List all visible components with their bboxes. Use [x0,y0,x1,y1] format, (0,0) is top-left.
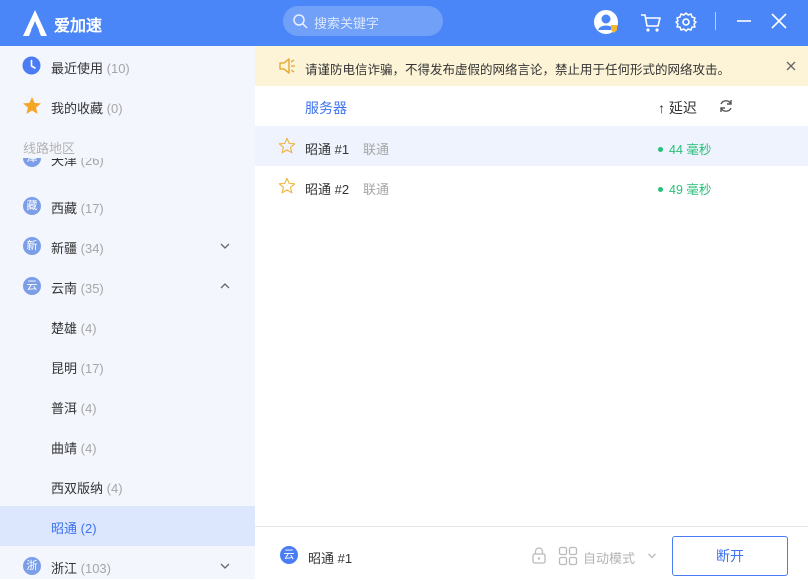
sidebar-item-label: 昭通 (2) [51,521,97,536]
section-title: 线路地区 [23,141,76,156]
search-icon [293,14,308,29]
server-name: 昭通 #1 [305,142,350,157]
settings-gear-icon[interactable] [673,9,699,35]
sidebar-item-label: 浙江 (103) [51,561,111,576]
chevron-down-icon[interactable] [647,551,657,561]
close-icon[interactable] [766,9,792,35]
sidebar-item-recent[interactable]: 最近使用 (10) [0,46,255,86]
sort-latency-button[interactable]: ↑ 延迟 [658,98,697,118]
sidebar-item-label: 昆明 (17) [51,361,104,376]
sidebar-item-tianjin[interactable]: 津 天津 (26) [0,158,255,178]
cart-icon[interactable] [638,9,664,35]
sidebar-item-label: 我的收藏 (0) [51,101,123,116]
server-isp: 联通 [363,142,390,157]
sidebar-item-label: 楚雄 (4) [51,321,97,336]
app-logo-icon [23,10,47,36]
sidebar-subitem-puer[interactable]: 普洱 (4) [0,386,255,426]
sidebar-subitem-qujing[interactable]: 曲靖 (4) [0,426,255,466]
chevron-up-icon[interactable] [219,280,231,292]
server-isp: 联通 [363,182,390,197]
sidebar-subitem-zhaotong[interactable]: 昭通 (2) [0,506,255,546]
current-server-name: 昭通 #1 [308,551,353,566]
sidebar-clip: 津 天津 (26) [0,158,255,178]
chevron-down-icon[interactable] [219,240,231,252]
star-filled-icon [23,97,41,114]
chevron-down-icon[interactable] [219,560,231,572]
title-bar: 爱加速 搜索关键字 [0,0,808,46]
lock-icon[interactable] [530,546,548,564]
sidebar-item-label: 西藏 (17) [51,201,104,216]
close-notice-icon[interactable] [784,59,798,73]
column-server[interactable]: 服务器 [305,98,347,118]
status-dot [658,147,663,153]
sidebar-item-label: 西双版纳 (4) [51,481,123,496]
sidebar-item-yunnan[interactable]: 云 云南 (35) [0,266,255,306]
app-name: 爱加速 [54,18,103,35]
search-input[interactable]: 搜索关键字 [314,13,379,32]
notice-text: 请谨防电信诈骗，不得发布虚假的网络言论，禁止用于任何形式的网络攻击。 [305,63,731,77]
star-outline-icon[interactable] [278,137,296,155]
region-badge: 藏 [23,197,41,215]
mode-grid-icon [558,546,578,566]
current-region-badge: 云 [280,546,298,564]
minimize-icon[interactable] [731,9,757,35]
sidebar-item-label: 天津 (26) [51,158,104,168]
sidebar-item-label: 普洱 (4) [51,401,97,416]
sidebar-subitem-chuxiong[interactable]: 楚雄 (4) [0,306,255,346]
sidebar-item-label: 云南 (35) [51,281,104,296]
server-list-header: 服务器 ↑ 延迟 [255,86,808,126]
server-latency: 49 毫秒 [658,179,711,198]
mode-select[interactable]: 自动模式 [583,548,635,567]
sidebar-item-label: 曲靖 (4) [51,441,97,456]
sidebar-item-zhejiang[interactable]: 浙 浙江 (103) [0,546,255,579]
region-badge: 浙 [23,557,41,575]
sidebar-item-label: 新疆 (34) [51,241,104,256]
status-dot [658,187,663,193]
region-badge: 津 [23,158,41,167]
star-outline-icon[interactable] [278,177,296,195]
sidebar-item-label: 最近使用 (10) [51,61,130,76]
speaker-icon [279,58,295,74]
sidebar-item-xinjiang[interactable]: 新 新疆 (34) [0,226,255,266]
sidebar-item-favorites[interactable]: 我的收藏 (0) [0,86,255,126]
clock-icon [22,56,41,75]
search-box[interactable]: 搜索关键字 [283,6,443,36]
region-badge: 新 [23,237,41,255]
region-badge: 云 [23,277,41,295]
titlebar-divider [715,12,716,30]
sidebar-item-xizang[interactable]: 藏 西藏 (17) [0,186,255,226]
server-row[interactable]: 昭通 #2 联通 49 毫秒 [255,166,808,206]
refresh-icon[interactable] [718,98,734,114]
sidebar-subitem-xishuangbanna[interactable]: 西双版纳 (4) [0,466,255,506]
disconnect-button[interactable]: 断开 [672,536,788,576]
user-avatar-icon[interactable] [593,9,619,35]
server-name: 昭通 #2 [305,182,350,197]
server-latency: 44 毫秒 [658,139,711,158]
sidebar-subitem-kunming[interactable]: 昆明 (17) [0,346,255,386]
region-sidebar: 最近使用 (10) 我的收藏 (0) 线路地区 津 天津 (26) 藏 西藏 (… [0,46,255,579]
connection-bar: 云 昭通 #1 自动模式 断开 [255,526,808,580]
notice-banner: 请谨防电信诈骗，不得发布虚假的网络言论，禁止用于任何形式的网络攻击。 [255,46,808,86]
server-row[interactable]: 昭通 #1 联通 44 毫秒 [255,126,808,166]
